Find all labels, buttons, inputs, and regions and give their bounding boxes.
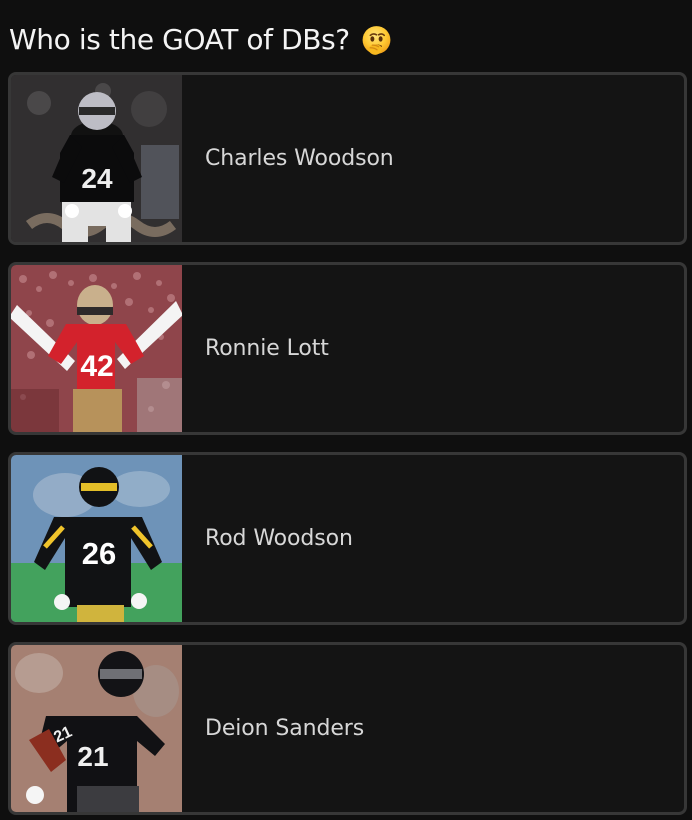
option-label: Deion Sanders <box>205 715 365 741</box>
poll-option-rod-woodson[interactable]: 26 Rod Woodson <box>8 452 687 625</box>
poll-option-ronnie-lott[interactable]: 42 Ronnie Lott <box>8 262 687 435</box>
poll-title: Who is the GOAT of DBs? <box>9 23 350 56</box>
poll-option-deion-sanders[interactable]: 21 21 Deion Sanders <box>8 642 687 815</box>
player-photo-icon: 24 <box>11 75 182 242</box>
svg-text:42: 42 <box>80 350 113 383</box>
option-label: Ronnie Lott <box>205 335 329 361</box>
player-photo-icon: 42 <box>11 265 182 432</box>
option-label: Charles Woodson <box>205 145 394 171</box>
player-photo-icon: 21 21 <box>11 645 182 812</box>
svg-text:26: 26 <box>82 536 116 571</box>
poll-option-charles-woodson[interactable]: 24 Charles Woodson <box>8 72 687 245</box>
thinking-face-emoji-icon <box>362 25 391 55</box>
svg-text:24: 24 <box>81 163 113 194</box>
option-label: Rod Woodson <box>205 525 353 551</box>
poll-options: 24 Charles Woodson 42 Ronnie Lott 26 Rod… <box>8 72 690 815</box>
poll-header: Who is the GOAT of DBs? <box>9 18 393 62</box>
poll-screen: Who is the GOAT of DBs? 24 Charles Woods… <box>0 0 692 820</box>
player-photo-icon: 26 <box>11 455 182 622</box>
svg-text:21: 21 <box>77 741 108 772</box>
